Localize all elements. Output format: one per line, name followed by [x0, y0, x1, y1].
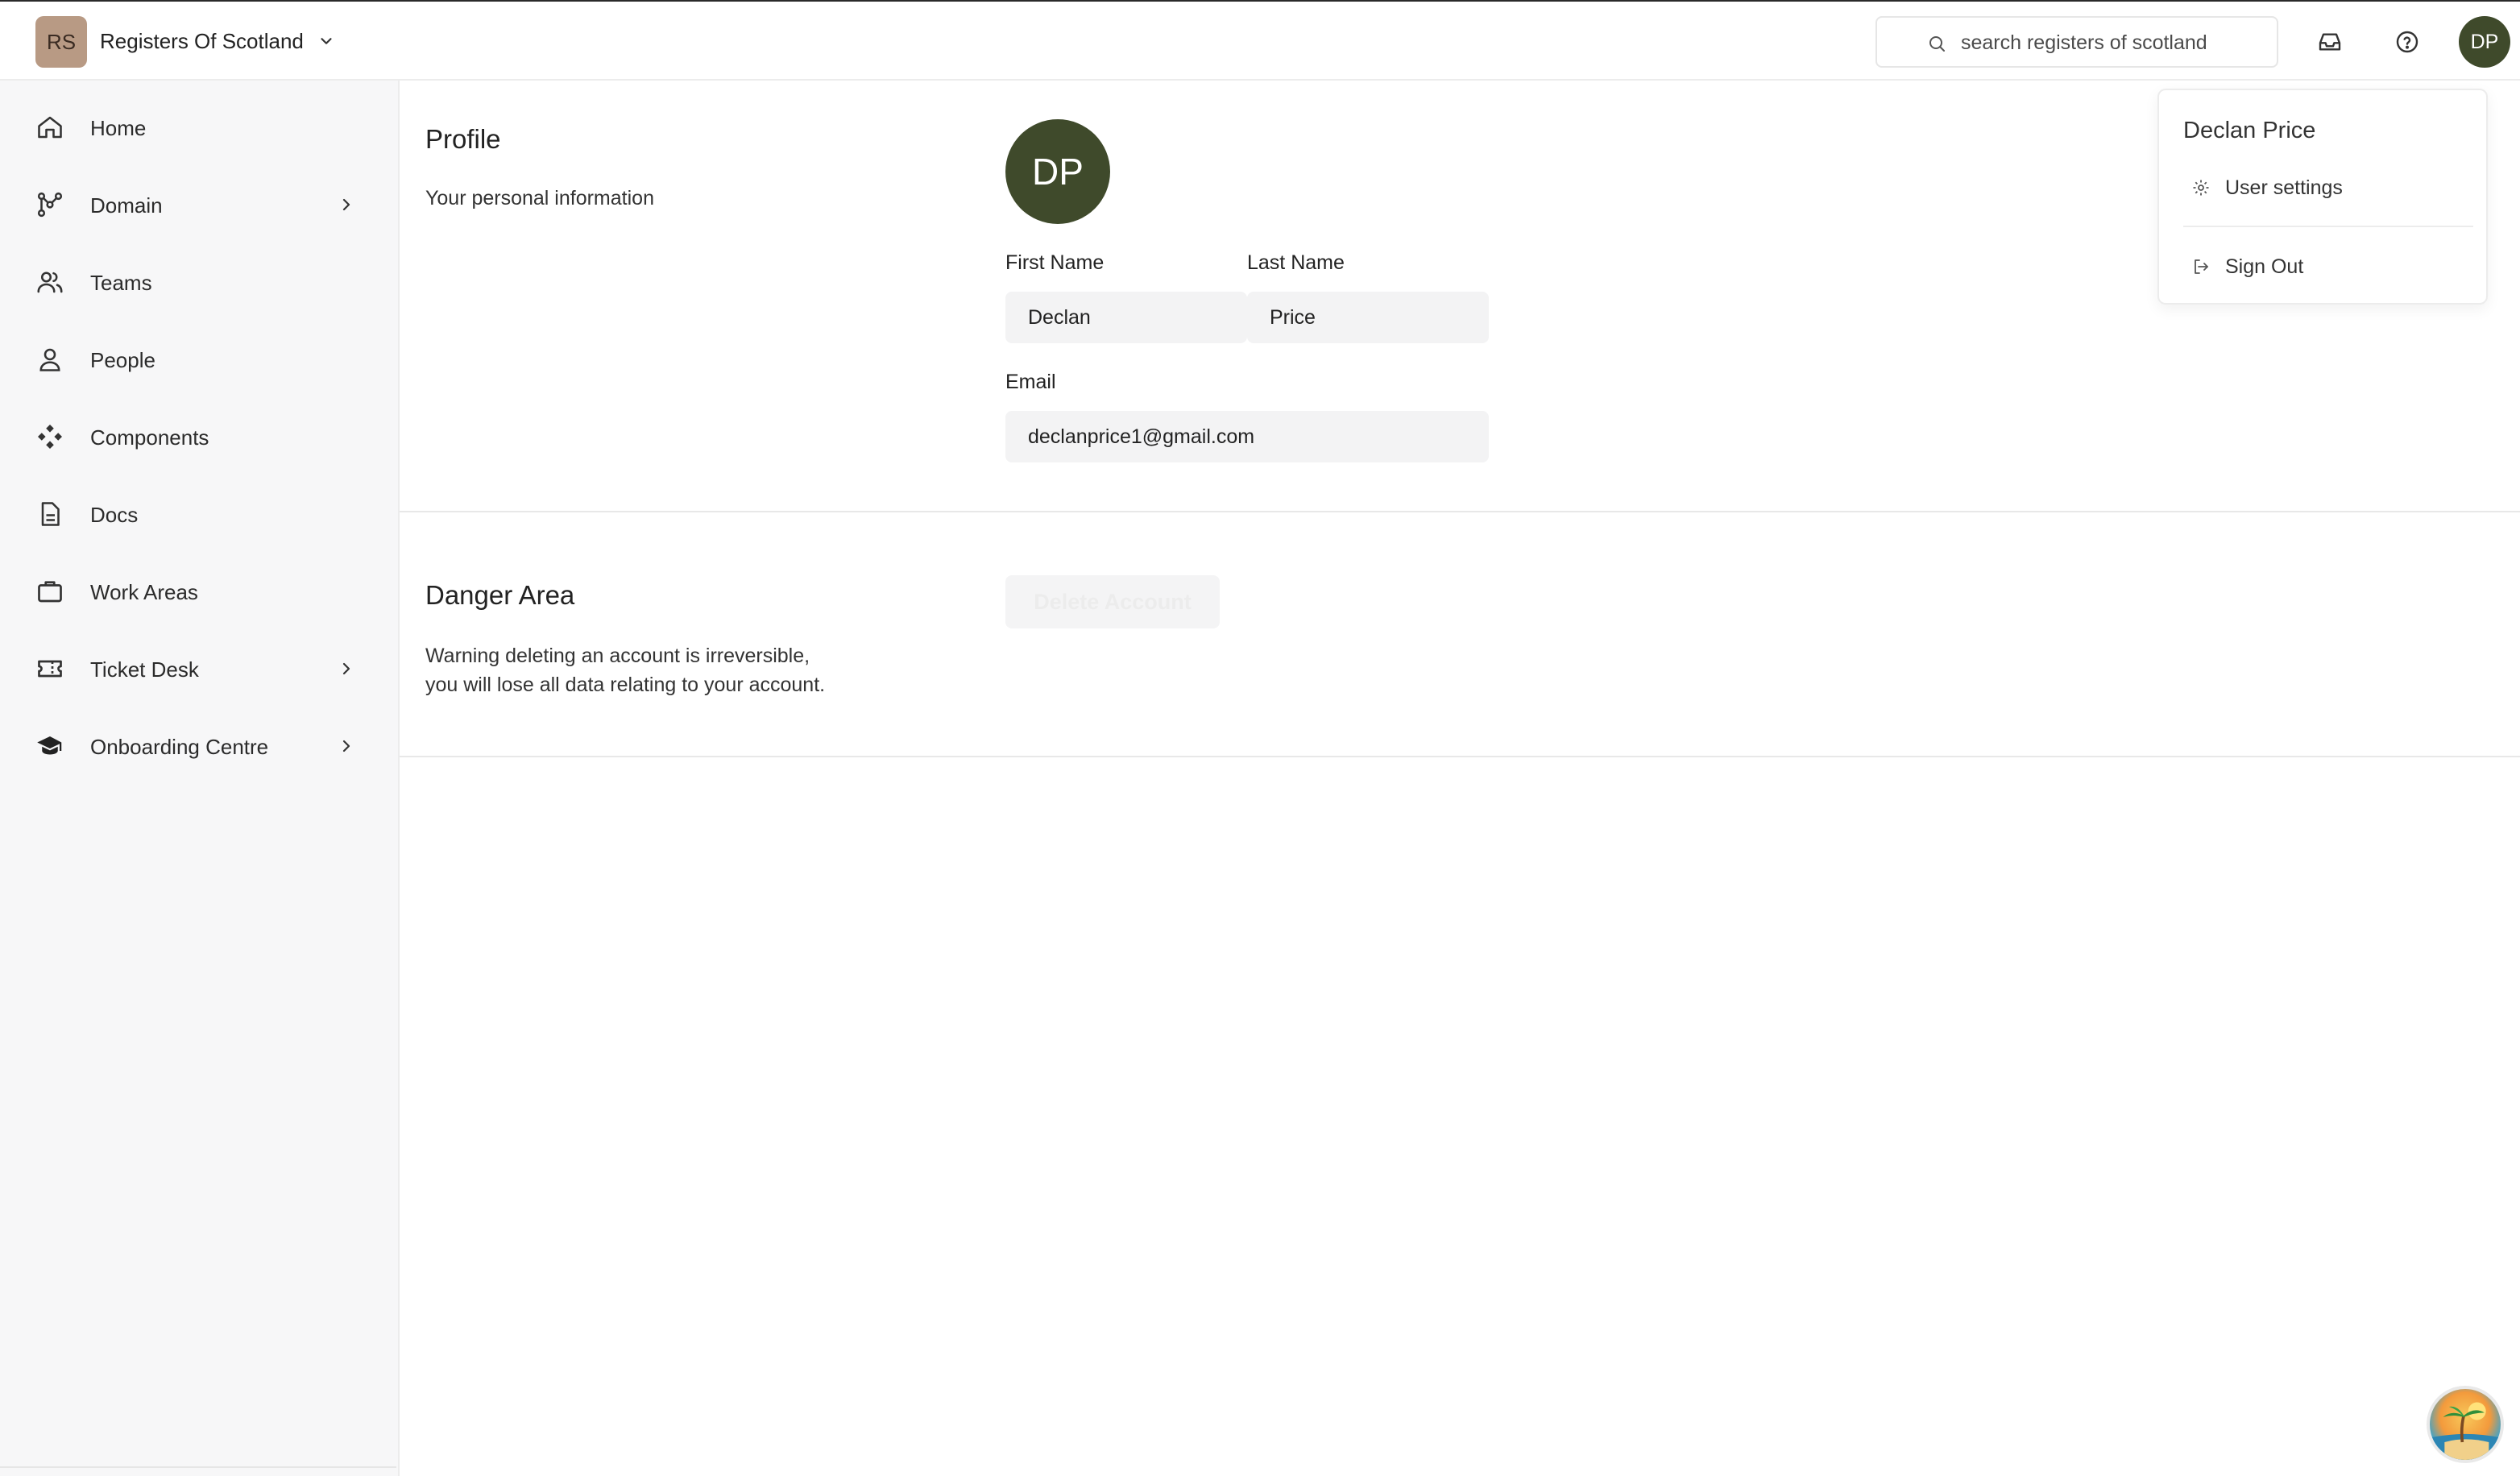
- gear-icon: [2193, 180, 2209, 196]
- last-name-field[interactable]: [1247, 292, 1489, 343]
- danger-title: Danger Area: [425, 580, 575, 610]
- profile-avatar[interactable]: DP: [1005, 119, 1110, 224]
- briefcase-icon: [38, 581, 62, 603]
- help-icon[interactable]: [2394, 29, 2420, 55]
- sidebar-item-people[interactable]: People: [0, 327, 398, 392]
- sidebar-item-label: Onboarding Centre: [90, 735, 269, 759]
- palm-tree-icon: [2430, 1402, 2501, 1460]
- sign-out-label: Sign Out: [2225, 255, 2304, 278]
- sidebar-item-label: Docs: [90, 503, 139, 527]
- user-menu-dropdown: Declan Price User settings Sign Out: [2157, 89, 2488, 305]
- sign-out-icon: [2195, 259, 2208, 274]
- search-icon: [1929, 36, 1945, 52]
- sidebar-item-docs[interactable]: Docs: [0, 482, 398, 546]
- email-field[interactable]: [1005, 411, 1489, 462]
- sidebar-item-components[interactable]: Components: [0, 404, 398, 469]
- danger-warning-line2: you will lose all data relating to your …: [425, 674, 826, 696]
- document-icon: [41, 502, 60, 526]
- graduation-cap-icon: [37, 736, 62, 755]
- sidebar-item-teams[interactable]: Teams: [0, 250, 398, 314]
- last-name-label: Last Name: [1247, 251, 1345, 274]
- sidebar-item-onboarding-centre[interactable]: Onboarding Centre: [0, 714, 398, 778]
- domain-icon: [37, 192, 63, 218]
- ticket-icon: [38, 660, 62, 678]
- profile-title: Profile: [425, 124, 501, 154]
- home-icon: [38, 116, 62, 139]
- menu-divider: [2183, 226, 2473, 227]
- sidebar-item-home[interactable]: Home: [0, 95, 398, 160]
- chevron-down-icon[interactable]: [317, 32, 335, 50]
- sidebar-item-work-areas[interactable]: Work Areas: [0, 559, 398, 624]
- sidebar-item-label: Domain: [90, 193, 163, 218]
- section-divider: [400, 511, 2520, 512]
- sidebar-item-label: Home: [90, 116, 147, 140]
- user-menu-name: Declan Price: [2183, 118, 2316, 143]
- sidebar-item-label: Ticket Desk: [90, 657, 199, 682]
- email-label: Email: [1005, 371, 1056, 393]
- chevron-right-icon: [342, 740, 350, 753]
- delete-account-button[interactable]: Delete Account: [1005, 575, 1220, 628]
- person-icon: [39, 348, 60, 371]
- section-divider: [400, 756, 2520, 757]
- teams-icon: [37, 272, 63, 293]
- sidebar-item-label: Work Areas: [90, 580, 198, 604]
- danger-warning-line1: Warning deleting an account is irreversi…: [425, 645, 810, 667]
- org-badge[interactable]: RS: [35, 16, 87, 68]
- top-bar: RS Registers Of Scotland DP: [0, 0, 2520, 81]
- sidebar-item-ticket-desk[interactable]: Ticket Desk: [0, 636, 398, 701]
- inbox-icon[interactable]: [2317, 29, 2343, 55]
- org-switcher-label[interactable]: Registers Of Scotland: [100, 29, 304, 54]
- profile-description: Your personal information: [425, 187, 654, 209]
- sidebar-item-label: Components: [90, 425, 209, 450]
- first-name-field[interactable]: [1005, 292, 1247, 343]
- sidebar-item-label: People: [90, 348, 155, 372]
- search-input[interactable]: [1961, 27, 2267, 58]
- user-settings-label: User settings: [2225, 176, 2343, 199]
- search-box[interactable]: [1875, 16, 2278, 68]
- chevron-right-icon: [342, 662, 350, 675]
- floating-assistant-button[interactable]: [2427, 1386, 2504, 1463]
- chevron-right-icon: [342, 198, 350, 211]
- sidebar: Home Domain Teams People Components Docs…: [0, 81, 400, 1476]
- app-root: RS Registers Of Scotland DP Home Domain …: [0, 0, 2520, 1476]
- components-icon: [38, 425, 62, 449]
- sidebar-item-domain[interactable]: Domain: [0, 172, 398, 237]
- first-name-label: First Name: [1005, 251, 1105, 274]
- sign-out-menu-item[interactable]: Sign Out: [2167, 241, 2480, 291]
- sidebar-divider: [0, 1466, 396, 1468]
- user-settings-menu-item[interactable]: User settings: [2167, 162, 2480, 212]
- sidebar-item-label: Teams: [90, 271, 152, 295]
- user-avatar-button[interactable]: DP: [2459, 16, 2510, 68]
